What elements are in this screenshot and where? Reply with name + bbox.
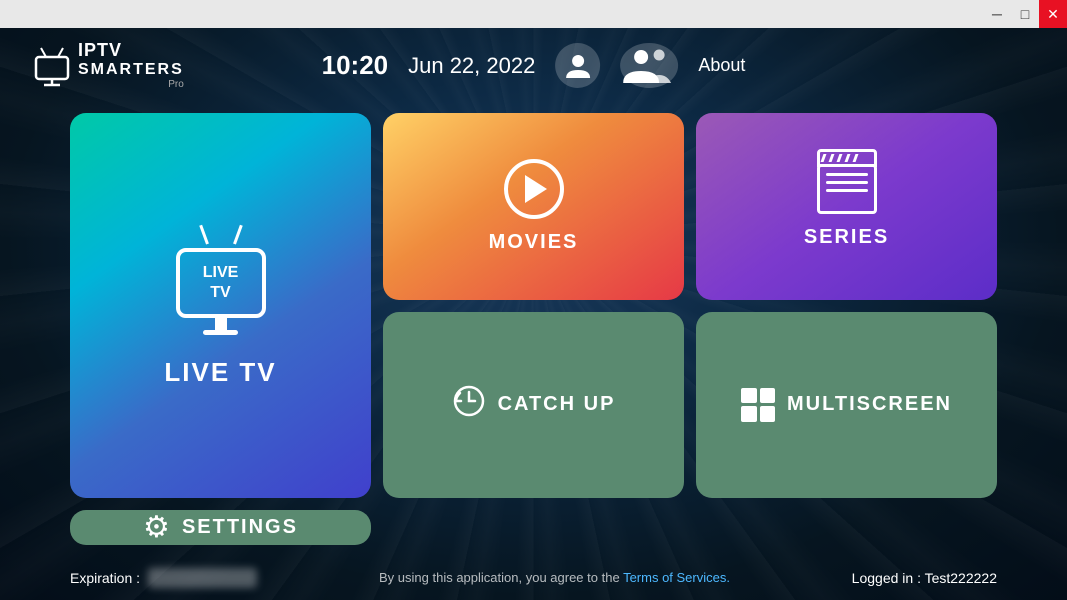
clapper-icon (817, 164, 877, 214)
main-content: IPTV SMARTERS Pro 10:20 Jun 22, 2022 (0, 28, 1067, 600)
header-center: 10:20 Jun 22, 2022 About (322, 43, 746, 88)
tv-base (203, 330, 238, 335)
clapper-line-2 (828, 154, 834, 162)
expiration-label: Expiration : (70, 570, 140, 586)
about-button[interactable]: About (698, 55, 745, 76)
tv-antenna-right (233, 224, 243, 244)
catchup-card[interactable]: CATCH UP (383, 312, 684, 499)
expiration-value: XXXXXXXXXX (148, 568, 257, 588)
clapper-body-line-1 (826, 173, 868, 176)
clapper-line-4 (844, 154, 850, 162)
multiscreen-card[interactable]: MULTISCREEN (696, 312, 997, 499)
user-icon-dual[interactable] (620, 43, 678, 88)
clapper-line-5 (852, 154, 858, 162)
live-tv-icon: LIVETV (176, 224, 266, 335)
minimize-button[interactable]: ─ (983, 0, 1011, 28)
tv-stand (215, 316, 227, 330)
user-icon-single[interactable] (555, 43, 600, 88)
header-time: 10:20 (322, 50, 389, 81)
header: IPTV SMARTERS Pro 10:20 Jun 22, 2022 (0, 28, 1067, 103)
tv-antenna-left (199, 224, 209, 244)
play-icon (504, 159, 564, 219)
footer-terms: By using this application, you agree to … (379, 570, 730, 585)
gear-icon: ⚙ (143, 510, 170, 545)
footer: Expiration : XXXXXXXXXX By using this ap… (0, 555, 1067, 600)
settings-card[interactable]: ⚙ SETTINGS (70, 510, 371, 545)
live-tv-label: LIVE TV (164, 357, 276, 388)
multiscreen-icon (741, 388, 775, 422)
clapper-top (817, 149, 877, 167)
tv-screen-text: LIVETV (203, 263, 239, 301)
terms-text: By using this application, you agree to … (379, 570, 620, 585)
movies-card[interactable]: MOVIES (383, 113, 684, 300)
logo-pro: Pro (78, 79, 184, 90)
footer-expiration: Expiration : XXXXXXXXXX (70, 568, 257, 588)
clapper-line-1 (820, 154, 826, 162)
clapper-body (820, 167, 874, 198)
multiscreen-cell-4 (760, 406, 776, 422)
terms-link[interactable]: Terms of Services. (623, 570, 730, 585)
close-button[interactable]: ✕ (1039, 0, 1067, 28)
clapper-body-line-3 (826, 189, 868, 192)
settings-label: SETTINGS (182, 516, 298, 539)
multiscreen-row: MULTISCREEN (741, 388, 952, 422)
logo-smarters: SMARTERS (78, 61, 184, 79)
multiscreen-cell-3 (741, 406, 757, 422)
logo: IPTV SMARTERS Pro (30, 41, 184, 89)
tv-antennas (206, 224, 236, 244)
clapper-line-3 (836, 154, 842, 162)
maximize-button[interactable]: □ (1011, 0, 1039, 28)
multiscreen-cell-2 (760, 388, 776, 404)
titlebar: ─ □ ✕ (0, 0, 1067, 28)
footer-logged-in: Logged in : Test222222 (852, 570, 997, 586)
logo-icon (30, 43, 74, 87)
multiscreen-label: MULTISCREEN (787, 393, 952, 416)
logo-iptv: IPTV (78, 41, 184, 61)
header-date: Jun 22, 2022 (408, 53, 535, 79)
clapper-body-line-2 (826, 181, 868, 184)
tv-screen: LIVETV (176, 248, 266, 318)
catchup-label: CATCH UP (498, 393, 616, 416)
catchup-row: CATCH UP (452, 384, 616, 426)
live-tv-card[interactable]: LIVETV LIVE TV (70, 113, 371, 498)
play-triangle (525, 175, 547, 203)
catchup-icon (452, 384, 486, 426)
series-label: SERIES (804, 226, 889, 249)
movies-label: MOVIES (489, 231, 579, 254)
series-card[interactable]: SERIES (696, 113, 997, 300)
settings-row: ⚙ SETTINGS (143, 510, 298, 545)
clapper-lines (820, 152, 874, 164)
logo-text: IPTV SMARTERS Pro (78, 41, 184, 89)
multiscreen-cell-1 (741, 388, 757, 404)
card-grid: LIVETV LIVE TV MOVIES (0, 103, 1067, 555)
